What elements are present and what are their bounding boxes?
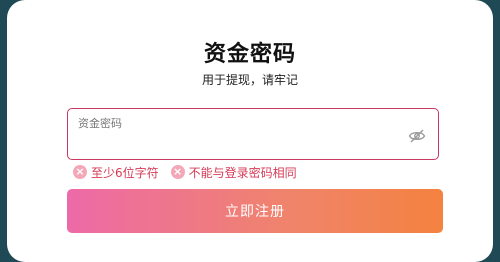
dialog-subtitle: 用于提现，请牢记 bbox=[201, 73, 298, 87]
validation-error-text: 至少6位字符 bbox=[91, 165, 159, 180]
register-now-button[interactable]: 立即注册 bbox=[67, 189, 443, 233]
validation-error-min-length: × 至少6位字符 bbox=[73, 164, 159, 181]
fund-password-field[interactable] bbox=[67, 108, 439, 160]
error-x-icon: × bbox=[73, 165, 87, 179]
error-x-icon: × bbox=[170, 165, 185, 179]
validation-errors: × 至少6位字符 × 不能与登录密码相同 bbox=[73, 163, 309, 181]
fund-password-dialog: 资金密码 用于提现，请牢记 × 至少6位字符 × 不能与登录密码相同 立即注册 bbox=[7, 0, 493, 262]
dialog-title: 资金密码 bbox=[203, 42, 296, 67]
validation-error-text: 不能与登录密码相同 bbox=[188, 165, 297, 180]
eye-off-icon[interactable] bbox=[408, 127, 426, 145]
validation-error-differ-login: × 不能与登录密码相同 bbox=[170, 164, 297, 181]
fund-password-input[interactable] bbox=[78, 117, 378, 130]
